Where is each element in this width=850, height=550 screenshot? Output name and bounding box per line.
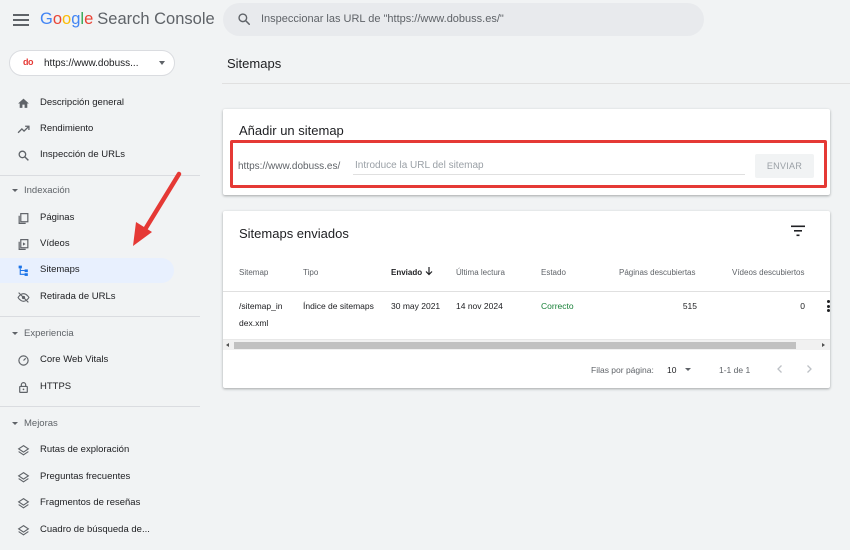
search-icon <box>18 150 29 161</box>
chevron-down-icon <box>159 61 165 65</box>
hamburger-menu-icon[interactable] <box>12 11 30 29</box>
submitted-date: 30 may 2021 <box>391 301 441 311</box>
removal-icon <box>17 292 30 303</box>
scroll-right-icon[interactable] <box>822 343 825 347</box>
filter-icon[interactable] <box>791 225 805 237</box>
sitemap-url-input[interactable] <box>353 157 745 175</box>
layers-icon <box>17 524 30 536</box>
last-read-date: 14 nov 2024 <box>456 301 503 311</box>
sidebar-item-sitemaps[interactable]: Sitemaps <box>0 258 174 283</box>
chevron-down-icon <box>12 422 18 425</box>
column-header-last-read[interactable]: Última lectura <box>456 268 505 277</box>
property-label: https://www.dobuss... <box>44 58 139 69</box>
trending-up-icon <box>17 125 30 134</box>
sidebar-item-https[interactable]: HTTPS <box>0 375 174 400</box>
top-app-bar: Google Search Console Inspeccionar las UR… <box>0 0 850 40</box>
divider <box>0 406 200 407</box>
layers-icon <box>17 471 30 483</box>
layers-icon <box>17 444 30 456</box>
property-selector[interactable]: do https://www.dobuss... <box>9 50 175 76</box>
sidebar-item-faq[interactable]: Preguntas frecuentes <box>0 465 174 490</box>
sidebar-item-overview[interactable]: Descripción general <box>0 91 174 116</box>
pages-discovered-count: 515 <box>682 301 697 311</box>
pagination-range: 1-1 de 1 <box>719 365 751 375</box>
sidebar-item-sitelinks-searchbox[interactable]: Cuadro de búsqueda de... <box>0 518 174 543</box>
divider <box>223 291 830 292</box>
pages-icon <box>18 213 29 224</box>
sidebar-item-removals[interactable]: Retirada de URLs <box>0 285 174 310</box>
status-badge: Correcto <box>541 301 574 311</box>
property-logo: do <box>23 57 34 67</box>
divider <box>0 316 200 317</box>
rows-per-page-label: Filas por página: <box>591 365 654 375</box>
sidebar-item-url-inspection[interactable]: Inspección de URLs <box>0 143 174 168</box>
page-title: Sitemaps <box>227 56 282 71</box>
sidebar-item-review-snippets[interactable]: Fragmentos de reseñas <box>0 491 174 516</box>
section-experience[interactable]: Experiencia <box>0 324 200 344</box>
search-placeholder: Inspeccionar las URL de "https://www.dob… <box>261 13 504 25</box>
sidebar-item-breadcrumbs[interactable]: Rutas de exploración <box>0 438 174 463</box>
scrollbar-thumb[interactable] <box>234 342 796 349</box>
column-header-sitemap[interactable]: Sitemap <box>239 268 268 277</box>
column-header-videos-discovered[interactable]: Vídeos descubiertos <box>732 268 805 277</box>
arrow-down-icon[interactable] <box>425 267 433 276</box>
scroll-left-icon[interactable] <box>226 343 229 347</box>
lock-icon <box>19 382 28 393</box>
sitemap-path: /sitemap_in <box>239 301 283 311</box>
column-header-pages-discovered[interactable]: Páginas descubiertas <box>619 268 696 277</box>
submit-sitemap-button[interactable]: ENVIAR <box>755 154 814 178</box>
more-options-icon[interactable] <box>825 300 831 314</box>
home-icon <box>18 98 29 108</box>
search-console-logo[interactable]: Google Search Console <box>40 10 215 29</box>
url-prefix: https://www.dobuss.es/ <box>238 161 341 172</box>
chevron-left-icon[interactable] <box>775 364 785 374</box>
layers-icon <box>17 497 30 509</box>
submitted-sitemaps-title: Sitemaps enviados <box>239 226 349 241</box>
column-header-submitted[interactable]: Enviado <box>391 268 422 277</box>
chevron-down-icon <box>12 189 18 192</box>
column-header-type[interactable]: Tipo <box>303 268 318 277</box>
chevron-down-icon[interactable] <box>685 368 691 371</box>
sidebar-item-performance[interactable]: Rendimiento <box>0 117 174 142</box>
sitemap-icon <box>18 265 28 276</box>
chevron-down-icon <box>12 332 18 335</box>
videos-discovered-count: 0 <box>800 301 805 311</box>
add-sitemap-card: Añadir un sitemap https://www.dobuss.es/… <box>223 109 830 195</box>
sidebar: do https://www.dobuss... Descripción gen… <box>0 40 222 550</box>
horizontal-scrollbar[interactable] <box>223 339 830 350</box>
video-icon <box>18 239 29 250</box>
sitemap-path: dex.xml <box>239 318 269 328</box>
search-icon <box>238 13 251 26</box>
divider <box>222 83 850 84</box>
column-header-status[interactable]: Estado <box>541 268 566 277</box>
rows-per-page-select[interactable]: 10 <box>667 365 676 375</box>
sitemap-type: Índice de sitemaps <box>303 301 374 311</box>
section-enhancements[interactable]: Mejoras <box>0 414 200 434</box>
submitted-sitemaps-card: Sitemaps enviados Sitemap Tipo Enviado Ú… <box>223 211 830 388</box>
gauge-icon <box>18 355 29 366</box>
url-inspection-search[interactable]: Inspeccionar las URL de "https://www.dob… <box>223 3 704 36</box>
annotation-arrow-icon <box>133 171 182 246</box>
chevron-right-icon[interactable] <box>804 364 814 374</box>
add-sitemap-title: Añadir un sitemap <box>239 123 344 138</box>
sidebar-item-core-web-vitals[interactable]: Core Web Vitals <box>0 348 174 373</box>
